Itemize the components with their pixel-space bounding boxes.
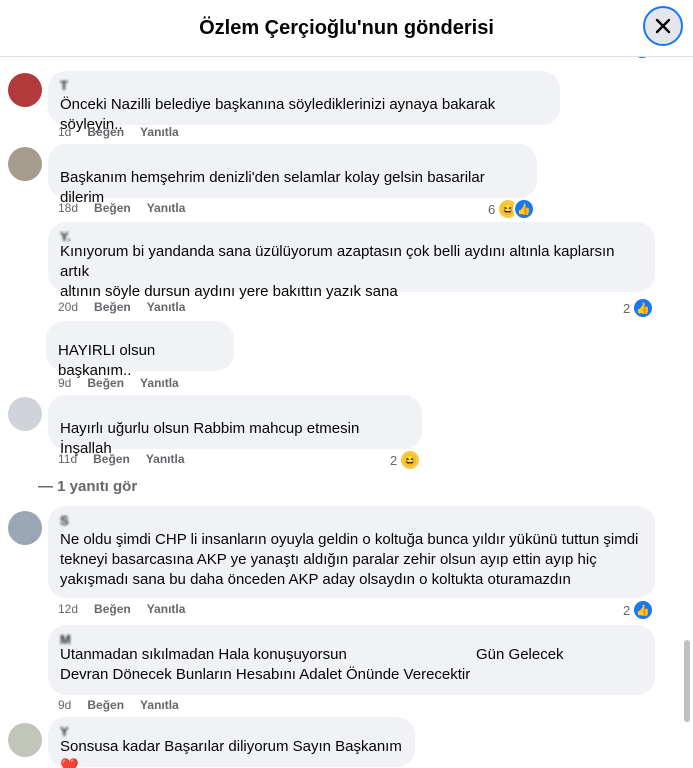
- comment-time[interactable]: 9d: [58, 698, 71, 712]
- dialog-header: Özlem Çerçioğlu'nun gönderisi: [0, 0, 693, 57]
- avatar[interactable]: [8, 723, 42, 757]
- close-icon: [655, 18, 671, 34]
- comment-actions: 9d Beğen Yanıtla: [58, 698, 179, 712]
- reaction-count: 2: [623, 300, 631, 316]
- comment-actions: 9d Beğen Yanıtla: [58, 376, 179, 390]
- reply-button[interactable]: Yanıtla: [146, 452, 185, 466]
- like-button[interactable]: Beğen: [87, 125, 124, 139]
- comment-bubble: HAYIRLI olsun başkanım..: [46, 321, 234, 379]
- comment-author[interactable]: [58, 329, 222, 341]
- comment-time[interactable]: 11d: [58, 452, 77, 466]
- comment-time[interactable]: 18d: [58, 201, 78, 215]
- reply-button[interactable]: Yanıtla: [140, 376, 179, 390]
- comment-actions: 1d Beğen Yanıtla: [58, 125, 179, 139]
- like-button[interactable]: Beğen: [94, 300, 131, 314]
- comment-author[interactable]: M: [60, 633, 643, 645]
- close-button[interactable]: [643, 6, 683, 46]
- reply-button[interactable]: Yanıtla: [140, 125, 179, 139]
- reply-button[interactable]: Yanıtla: [147, 201, 186, 215]
- comment-actions: 20d Beğen Yanıtla: [58, 300, 185, 314]
- comment-author[interactable]: Y: [60, 725, 403, 737]
- comment-author[interactable]: T: [60, 79, 548, 95]
- like-button[interactable]: Beğen: [94, 201, 131, 215]
- comment-bubble: Y Sonsusa kadar Başarılar diliyorum Sayı…: [48, 717, 415, 768]
- comment-author[interactable]: [60, 403, 410, 419]
- like-icon: 👍: [513, 198, 536, 220]
- comment-text: Utanmadan sıkılmadan Hala konuşuyorsun G…: [60, 646, 564, 683]
- reaction-count: 2: [623, 602, 631, 618]
- like-icon: 👍: [632, 599, 655, 621]
- comment-text: HAYIRLI olsun başkanım..: [58, 342, 160, 379]
- view-replies-link[interactable]: — 1 yanıtı gör: [38, 478, 137, 495]
- scrollbar-thumb[interactable]: [684, 640, 690, 722]
- avatar[interactable]: [8, 147, 42, 181]
- avatar[interactable]: [8, 397, 42, 431]
- like-button[interactable]: Beğen: [93, 452, 130, 466]
- comment-time[interactable]: 9d: [58, 376, 71, 390]
- comment-actions: 12d Beğen Yanıtla: [58, 602, 185, 616]
- comment-text: Kınıyorum bi yandanda sana üzülüyorum az…: [60, 243, 615, 300]
- comment-text: Sonsusa kadar Başarılar diliyorum Sayın …: [60, 738, 402, 768]
- comment-bubble: T Önceki Nazilli belediye başkanına söyl…: [48, 71, 560, 133]
- comment-bubble: M Utanmadan sıkılmadan Hala konuşuyorsun…: [48, 625, 655, 695]
- comment-actions: 18d Beğen Yanıtla: [58, 201, 185, 215]
- like-icon: 👍: [632, 297, 655, 319]
- reply-button[interactable]: Yanıtla: [147, 300, 186, 314]
- like-button[interactable]: Beğen: [87, 376, 124, 390]
- comment-bubble: Hayırlı uğurlu olsun Rabbim mahcup etmes…: [48, 395, 422, 457]
- dialog-title: Özlem Çerçioğlu'nun gönderisi: [199, 16, 494, 39]
- reaction-count: 6: [488, 201, 496, 217]
- comment-bubble: Başkanım hemşehrim denizli'den selamlar …: [48, 144, 537, 206]
- comment-time[interactable]: 12d: [58, 602, 78, 616]
- comment-author[interactable]: S: [60, 514, 643, 530]
- like-button[interactable]: Beğen: [87, 698, 124, 712]
- reaction-count: 2: [390, 452, 398, 468]
- reaction-summary[interactable]: 6 😆 👍: [488, 198, 536, 220]
- reaction-summary[interactable]: 2 👍: [623, 599, 655, 621]
- comment-list: T Önceki Nazilli belediye başkanına söyl…: [0, 57, 680, 768]
- haha-icon: 😆: [399, 449, 422, 471]
- reply-button[interactable]: Yanıtla: [147, 602, 186, 616]
- comment-author[interactable]: [60, 152, 525, 168]
- comment-actions: 11d Beğen Yanıtla: [58, 452, 185, 466]
- comment-bubble: Y. Kınıyorum bi yandanda sana üzülüyorum…: [48, 222, 655, 300]
- comment-text: Ne oldu şimdi CHP li insanların oyuyla g…: [60, 531, 639, 588]
- comment-bubble: S Ne oldu şimdi CHP li insanların oyuyla…: [48, 506, 655, 598]
- like-button[interactable]: Beğen: [94, 602, 131, 616]
- avatar[interactable]: [8, 511, 42, 545]
- reply-button[interactable]: Yanıtla: [140, 698, 179, 712]
- comment-author[interactable]: Y.: [60, 230, 643, 242]
- comment-time[interactable]: 20d: [58, 300, 78, 314]
- reaction-summary[interactable]: 2 😆: [390, 449, 422, 471]
- reaction-summary[interactable]: 2 👍: [623, 297, 655, 319]
- avatar[interactable]: [8, 73, 42, 107]
- comment-time[interactable]: 1d: [58, 125, 71, 139]
